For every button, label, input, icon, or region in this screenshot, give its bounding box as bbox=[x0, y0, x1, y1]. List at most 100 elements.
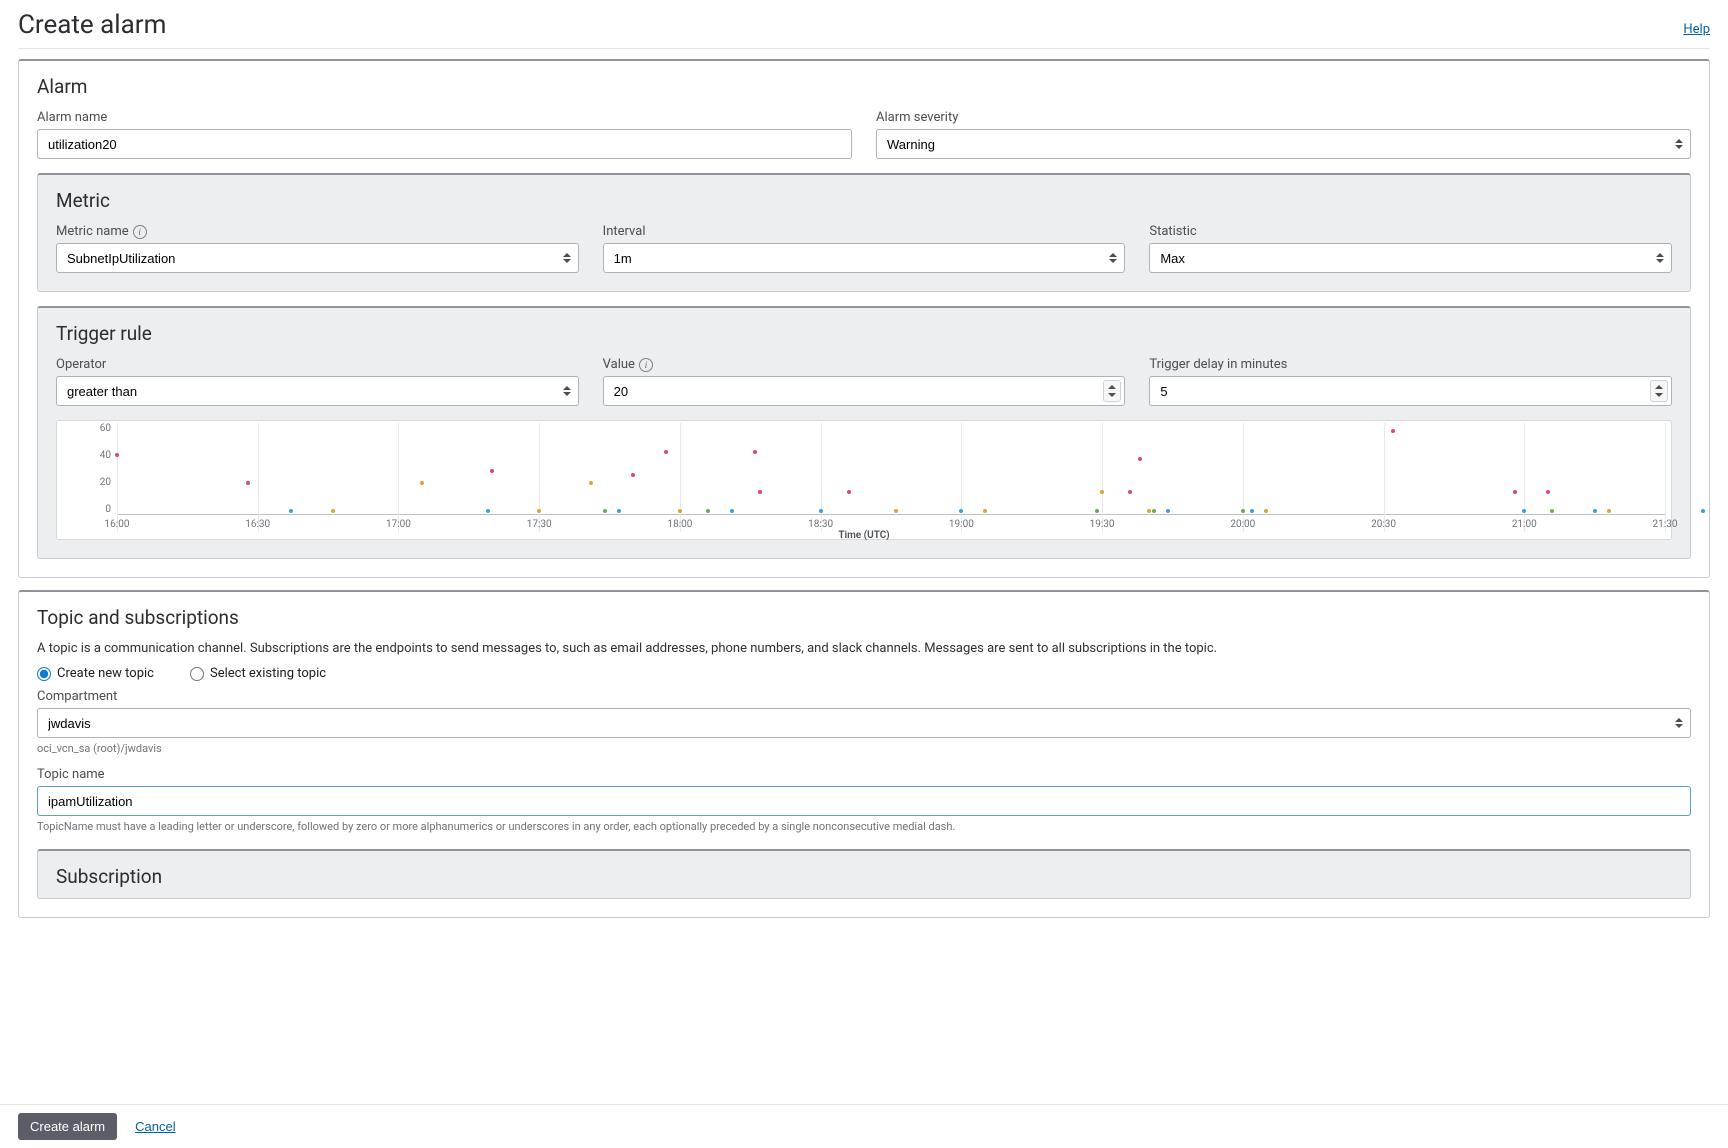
topic-section-title: Topic and subscriptions bbox=[37, 606, 1691, 629]
chart-data-point bbox=[1264, 509, 1268, 513]
subscription-panel: Subscription bbox=[37, 849, 1691, 899]
chart-x-tick: 17:00 bbox=[386, 519, 411, 530]
chart-data-point bbox=[1593, 509, 1597, 513]
chart-gridline bbox=[961, 423, 962, 532]
value-label: Value i bbox=[603, 357, 1126, 372]
metric-section-title: Metric bbox=[56, 189, 1672, 212]
topic-description: A topic is a communication channel. Subs… bbox=[37, 641, 1691, 656]
chart-data-point bbox=[1522, 509, 1526, 513]
chart-gridline bbox=[1665, 423, 1666, 532]
chart-data-point bbox=[1128, 490, 1132, 494]
chart-gridline bbox=[1102, 423, 1103, 532]
trigger-panel: Trigger rule Operator Value bbox=[37, 306, 1691, 559]
chart-plot-area: 16:0016:3017:0017:3018:0018:3019:0019:30… bbox=[117, 423, 1665, 515]
metric-name-label: Metric name i bbox=[56, 224, 579, 239]
chart-data-point bbox=[1147, 509, 1151, 513]
chart-data-point bbox=[753, 450, 757, 454]
delay-label: Trigger delay in minutes bbox=[1149, 357, 1672, 372]
chart-data-point bbox=[1095, 509, 1099, 513]
operator-label: Operator bbox=[56, 357, 579, 372]
chart-data-point bbox=[420, 481, 424, 485]
chart-data-point bbox=[819, 509, 823, 513]
subscription-section-title: Subscription bbox=[56, 865, 1672, 888]
chart-data-point bbox=[490, 469, 494, 473]
chart-gridline bbox=[539, 423, 540, 532]
chart-gridline bbox=[821, 423, 822, 532]
compartment-select[interactable] bbox=[37, 708, 1691, 738]
chart-x-tick: 17:30 bbox=[527, 519, 552, 530]
chart-data-point bbox=[603, 509, 607, 513]
chart-data-point bbox=[1152, 509, 1156, 513]
chart-x-tick: 21:00 bbox=[1512, 519, 1537, 530]
trigger-section-title: Trigger rule bbox=[56, 322, 1672, 345]
header-divider bbox=[18, 48, 1710, 49]
select-topic-radio[interactable] bbox=[190, 667, 204, 681]
alarm-name-input[interactable] bbox=[37, 129, 852, 159]
chart-gridline bbox=[258, 423, 259, 532]
operator-select[interactable] bbox=[56, 376, 579, 406]
chart-data-point bbox=[1701, 509, 1705, 513]
chart-x-label: Time (UTC) bbox=[838, 530, 889, 541]
chart-data-point bbox=[1607, 509, 1611, 513]
metric-panel: Metric Metric name i bbox=[37, 173, 1691, 292]
chart-data-point bbox=[706, 509, 710, 513]
chart-y-tick: 0 bbox=[57, 504, 111, 515]
chart-data-point bbox=[730, 509, 734, 513]
delay-input[interactable] bbox=[1149, 376, 1672, 406]
chart-gridline bbox=[680, 423, 681, 532]
topic-panel: Topic and subscriptions A topic is a com… bbox=[18, 590, 1710, 918]
chart-data-point bbox=[959, 509, 963, 513]
value-input[interactable] bbox=[603, 376, 1126, 406]
chart-gridline bbox=[117, 423, 118, 532]
topic-name-input[interactable] bbox=[37, 786, 1691, 816]
alarm-severity-select[interactable] bbox=[876, 129, 1691, 159]
compartment-label: Compartment bbox=[37, 689, 1691, 704]
select-topic-label: Select existing topic bbox=[210, 666, 326, 681]
interval-label: Interval bbox=[603, 224, 1126, 239]
interval-select[interactable] bbox=[603, 243, 1126, 273]
compartment-path: oci_vcn_sa (root)/jwdavis bbox=[37, 742, 1691, 755]
alarm-section-title: Alarm bbox=[37, 75, 1691, 98]
chart-x-tick: 19:00 bbox=[949, 519, 974, 530]
create-alarm-button[interactable]: Create alarm bbox=[18, 1113, 117, 1140]
chart-x-tick: 16:00 bbox=[105, 519, 130, 530]
chart-data-point bbox=[1550, 509, 1554, 513]
cancel-button[interactable]: Cancel bbox=[135, 1119, 175, 1134]
chart-x-tick: 18:30 bbox=[808, 519, 833, 530]
statistic-label: Statistic bbox=[1149, 224, 1672, 239]
create-topic-label: Create new topic bbox=[57, 666, 154, 681]
chart-data-point bbox=[115, 453, 119, 457]
select-topic-radio-item[interactable]: Select existing topic bbox=[190, 666, 326, 681]
chart-data-point bbox=[678, 509, 682, 513]
help-link[interactable]: Help bbox=[1683, 22, 1710, 37]
alarm-panel: Alarm Alarm name Alarm severity bbox=[18, 59, 1710, 578]
chart-gridline bbox=[398, 423, 399, 532]
create-topic-radio[interactable] bbox=[37, 667, 51, 681]
chart-data-point bbox=[1513, 490, 1517, 494]
chart-x-tick: 19:30 bbox=[1090, 519, 1115, 530]
chart-data-point bbox=[617, 509, 621, 513]
chart-data-point bbox=[847, 490, 851, 494]
footer-bar: Create alarm Cancel bbox=[0, 1104, 1728, 1148]
chart-data-point bbox=[631, 473, 635, 477]
chart-data-point bbox=[589, 481, 593, 485]
metric-name-select[interactable] bbox=[56, 243, 579, 273]
statistic-select[interactable] bbox=[1149, 243, 1672, 273]
info-icon[interactable]: i bbox=[133, 225, 147, 239]
chart-y-tick: 60 bbox=[57, 423, 111, 434]
chart-data-point bbox=[894, 509, 898, 513]
info-icon[interactable]: i bbox=[639, 358, 653, 372]
chart-data-point bbox=[486, 509, 490, 513]
chart-data-point bbox=[537, 509, 541, 513]
chart-data-point bbox=[246, 481, 250, 485]
chart-y-tick: 20 bbox=[57, 477, 111, 488]
create-topic-radio-item[interactable]: Create new topic bbox=[37, 666, 154, 681]
alarm-name-label: Alarm name bbox=[37, 110, 852, 125]
chart-data-point bbox=[1241, 509, 1245, 513]
topic-name-help: TopicName must have a leading letter or … bbox=[37, 820, 1691, 833]
chart-x-tick: 20:00 bbox=[1230, 519, 1255, 530]
chart-x-tick: 18:00 bbox=[667, 519, 692, 530]
page-title: Create alarm bbox=[18, 10, 166, 40]
alarm-severity-label: Alarm severity bbox=[876, 110, 1691, 125]
chart-gridline bbox=[1384, 423, 1385, 532]
